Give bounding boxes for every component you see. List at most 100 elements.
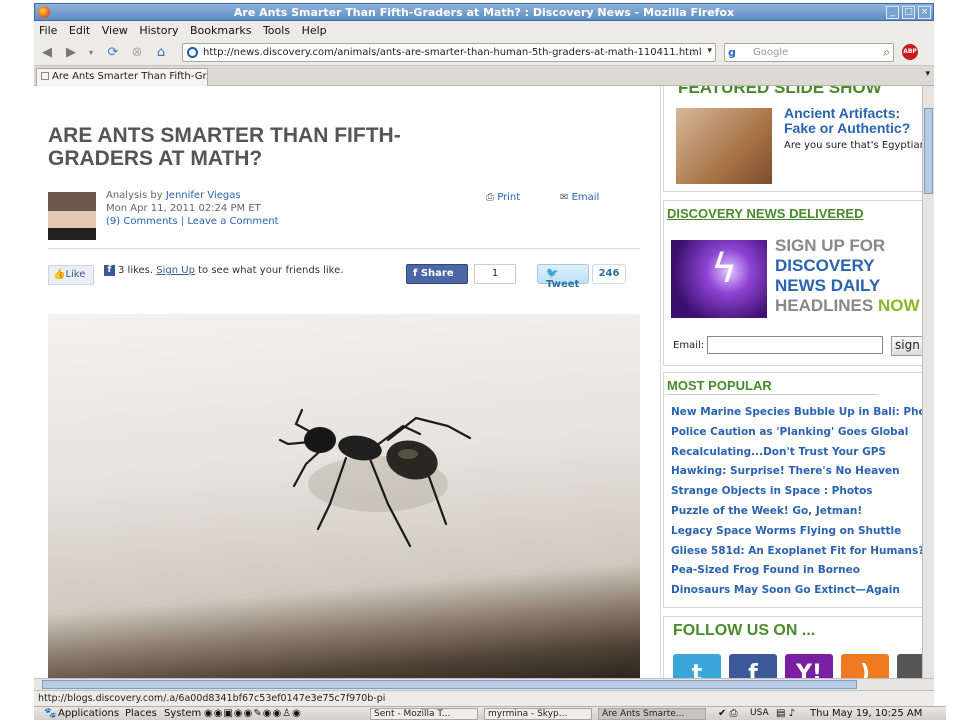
history-dropdown-icon[interactable]: ▾ xyxy=(82,44,100,62)
menu-edit[interactable]: Edit xyxy=(64,21,93,37)
featured-slideshow-title: FEATURED SLIDE SHOW xyxy=(678,86,882,97)
desktop-taskbar: 🐾 Applications Places System ◉◉▣◉◉✎◉◉♙◉ … xyxy=(34,706,946,720)
popular-link[interactable]: Recalculating...Don't Trust Your GPS xyxy=(671,446,922,466)
tweet-button[interactable]: 🐦Tweet xyxy=(537,264,589,290)
menu-tools[interactable]: Tools xyxy=(258,21,293,37)
print-label: Print xyxy=(497,192,521,203)
menu-help[interactable]: Help xyxy=(297,21,330,37)
stop-icon[interactable]: ⊗ xyxy=(128,44,146,62)
menu-file[interactable]: File xyxy=(34,21,60,37)
author-avatar xyxy=(48,192,96,240)
page-favicon-icon xyxy=(41,72,49,80)
foot-icon[interactable]: 🐾 xyxy=(44,708,56,719)
status-bar: http://blogs.discovery.com/.a/6a00d8341b… xyxy=(34,690,934,706)
popular-link[interactable]: Gliese 581d: An Exoplanet Fit for Humans… xyxy=(671,545,922,565)
home-icon[interactable]: ⌂ xyxy=(152,44,170,62)
facebook-follow-icon[interactable]: f xyxy=(729,654,777,678)
popular-link[interactable]: Legacy Space Worms Flying on Shuttle xyxy=(671,525,922,545)
maximize-icon[interactable]: □ xyxy=(902,6,915,19)
email-button[interactable]: ✉ Email xyxy=(560,192,599,203)
url-bar[interactable]: http://news.discovery.com/animals/ants-a… xyxy=(182,43,716,62)
twitter-bird-icon: 🐦 xyxy=(546,268,559,279)
popular-link[interactable]: New Marine Species Bubble Up in Bali: Ph… xyxy=(671,406,922,426)
navigation-toolbar: ◀ ▶ ▾ ⟳ ⊗ ⌂ http://news.discovery.com/an… xyxy=(34,40,934,66)
search-bar[interactable]: g Google ⌕ xyxy=(724,43,894,62)
printer-icon: ⎙ xyxy=(486,192,498,203)
horizontal-scrollbar[interactable] xyxy=(34,678,934,690)
forward-arrow-icon[interactable]: ▶ xyxy=(62,44,80,62)
google-engine-icon[interactable]: g xyxy=(728,46,741,59)
facebook-share-icon: f xyxy=(413,268,421,279)
print-button[interactable]: ⎙ Print xyxy=(486,192,520,203)
menu-bar: File Edit View History Bookmarks Tools H… xyxy=(34,21,934,40)
lightning-image: ϟ xyxy=(671,240,767,318)
task-thunderbird[interactable]: Sent - Mozilla T... xyxy=(370,708,478,720)
close-icon[interactable]: × xyxy=(918,6,931,19)
share-count: 1 xyxy=(474,264,516,284)
reload-icon[interactable]: ⟳ xyxy=(104,44,122,62)
menu-bookmarks[interactable]: Bookmarks xyxy=(185,21,254,37)
byline: Analysis by Jennifer Viegas Mon Apr 11, … xyxy=(106,189,279,228)
popular-link[interactable]: Strange Objects in Space : Photos xyxy=(671,485,922,505)
facebook-like-button[interactable]: 👍Like xyxy=(48,265,94,285)
newsletter-email-input[interactable] xyxy=(707,336,883,354)
url-dropdown-icon[interactable]: ▾ xyxy=(707,46,712,56)
network-icon[interactable]: ▤ ♪ xyxy=(776,708,795,719)
keyboard-locale[interactable]: USA xyxy=(750,708,769,718)
envelope-icon: ✉ xyxy=(560,192,572,203)
site-identity-icon[interactable] xyxy=(187,47,198,58)
yahoo-icon[interactable]: Y! xyxy=(785,654,833,678)
system-menu[interactable]: System xyxy=(164,708,201,719)
facebook-icon: f xyxy=(104,265,115,276)
adblock-icon[interactable]: ABP xyxy=(902,44,918,60)
most-popular-list: New Marine Species Bubble Up in Bali: Ph… xyxy=(671,406,922,604)
like-label: Like xyxy=(65,269,86,280)
tab-list-icon[interactable]: ▾ xyxy=(925,69,930,79)
bookmark-star-icon[interactable]: ☆ xyxy=(688,45,699,59)
comments-link[interactable]: (9) Comments xyxy=(106,216,178,227)
newsletter-signup-button[interactable]: sign xyxy=(891,336,922,356)
vertical-scrollbar[interactable] xyxy=(922,86,934,678)
status-text: http://blogs.discovery.com/.a/6a00d8341b… xyxy=(38,693,386,704)
popular-link[interactable]: Puzzle of the Week! Go, Jetman! xyxy=(671,505,922,525)
tray-icons[interactable]: ✔ ⎙ xyxy=(718,708,738,719)
search-icon[interactable]: ⌕ xyxy=(883,45,890,60)
applications-menu[interactable]: Applications xyxy=(58,708,119,719)
window-titlebar[interactable]: Are Ants Smarter Than Fifth-Graders at M… xyxy=(34,3,934,21)
newsletter-title[interactable]: DISCOVERY NEWS DELIVERED xyxy=(667,206,863,221)
scrollbar-thumb[interactable] xyxy=(42,680,857,689)
like-suffix: to see what your friends like. xyxy=(198,265,344,276)
popular-link[interactable]: Police Caution as 'Planking' Goes Global xyxy=(671,426,922,446)
quick-launch-icons[interactable]: ◉◉▣◉◉✎◉◉♙◉ xyxy=(204,708,302,719)
like-text: 3 likes. Sign Up to see what your friend… xyxy=(118,264,348,277)
tab-active[interactable]: Are Ants Smarter Than Fifth-Gr... xyxy=(36,68,208,86)
menu-history[interactable]: History xyxy=(134,21,181,37)
popular-link[interactable]: Pea-Sized Frog Found in Borneo xyxy=(671,564,922,584)
popular-link[interactable]: Hawking: Surprise! There's No Heaven xyxy=(671,465,922,485)
scrollbar-thumb[interactable] xyxy=(924,108,933,194)
tab-bar: Are Ants Smarter Than Fifth-Gr... ▾ xyxy=(34,66,934,86)
tweet-count: 246 xyxy=(592,264,626,284)
minimize-icon[interactable]: _ xyxy=(886,6,899,19)
rss-icon[interactable]: ) xyxy=(841,654,889,678)
like-signup-link[interactable]: Sign Up xyxy=(156,265,195,276)
email-label: Email xyxy=(571,192,600,203)
task-firefox[interactable]: Are Ants Smarte... xyxy=(598,708,706,720)
task-skype[interactable]: myrmina - Skyp... xyxy=(484,708,592,720)
featured-slideshow-image[interactable] xyxy=(676,108,772,184)
clock[interactable]: Thu May 19, 10:25 AM xyxy=(810,708,922,719)
more-social-icon[interactable] xyxy=(897,654,922,678)
places-menu[interactable]: Places xyxy=(125,708,157,719)
twitter-icon[interactable]: t xyxy=(673,654,721,678)
divider xyxy=(48,248,640,249)
back-arrow-icon[interactable]: ◀ xyxy=(38,44,56,62)
signup-promo: SIGN UP FOR DISCOVERY NEWS DAILY HEADLIN… xyxy=(775,236,922,316)
author-link[interactable]: Jennifer Viegas xyxy=(166,190,241,201)
most-popular-title: MOST POPULAR xyxy=(667,378,772,393)
featured-slideshow-headline[interactable]: Ancient Artifacts: Fake or Authentic? xyxy=(784,106,922,136)
facebook-share-button[interactable]: f Share xyxy=(406,264,468,284)
tab-label: Are Ants Smarter Than Fifth-Gr... xyxy=(52,71,208,82)
menu-view[interactable]: View xyxy=(97,21,131,37)
popular-link[interactable]: Dinosaurs May Soon Go Extinct—Again xyxy=(671,584,922,604)
leave-comment-link[interactable]: Leave a Comment xyxy=(187,216,278,227)
